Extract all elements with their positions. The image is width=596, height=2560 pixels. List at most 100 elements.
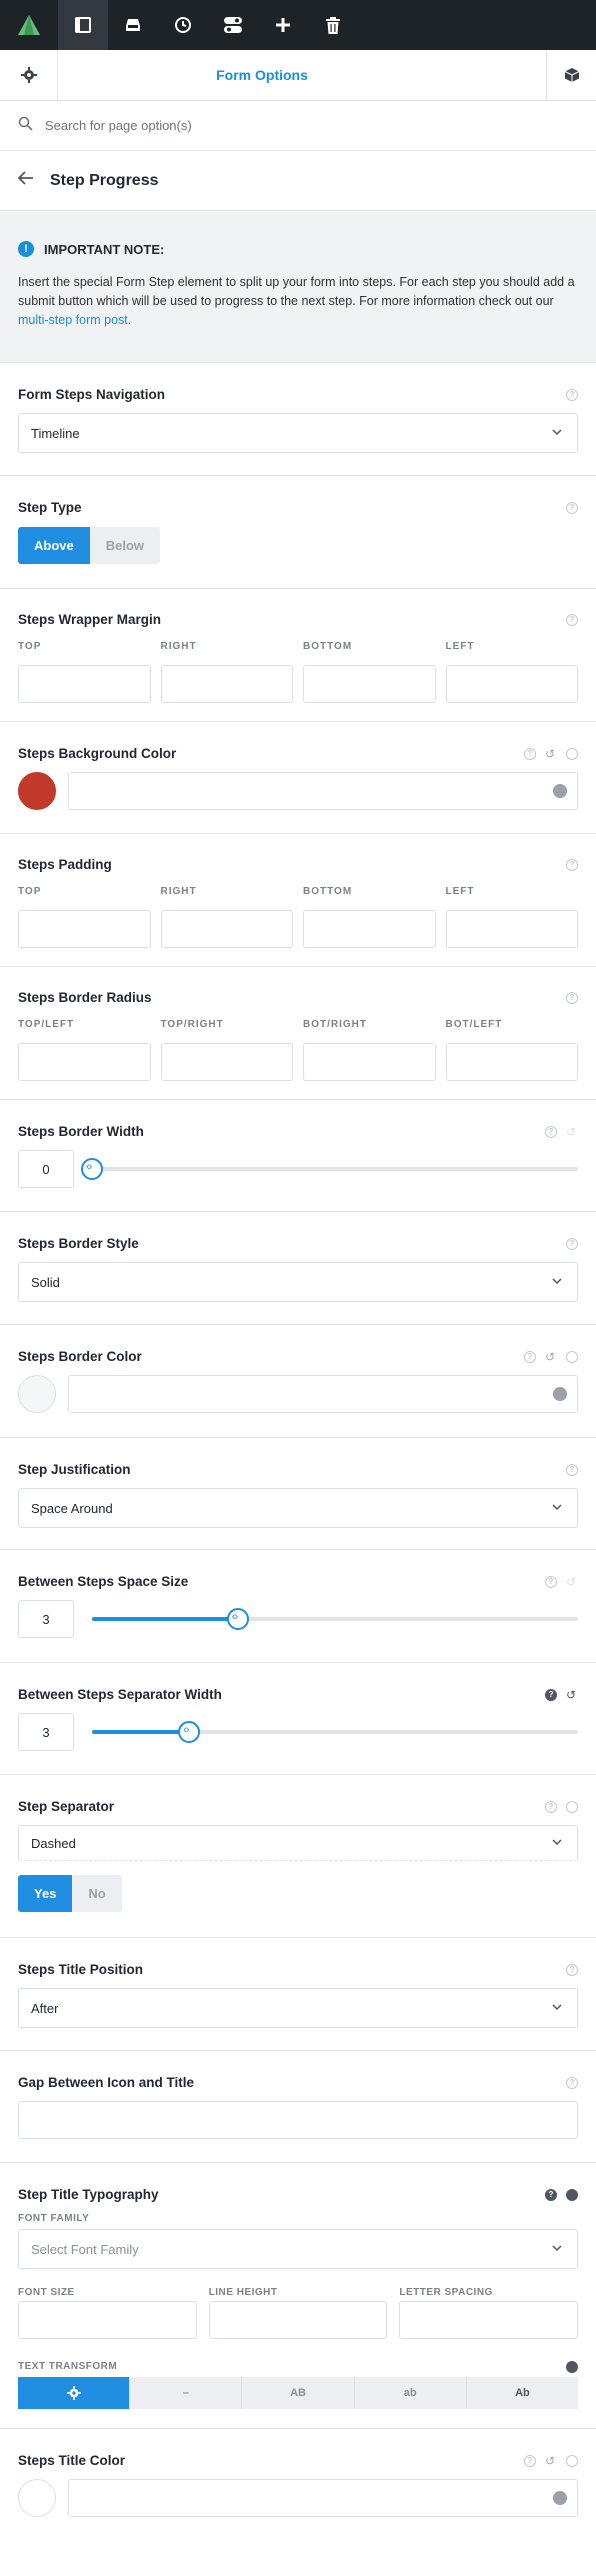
font-size-input[interactable] bbox=[18, 2301, 197, 2339]
note-text: Insert the special Form Step element to … bbox=[18, 273, 578, 330]
slider-track[interactable] bbox=[92, 1721, 578, 1743]
important-note: ! IMPORTANT NOTE: Insert the special For… bbox=[0, 211, 596, 363]
gear-icon[interactable] bbox=[18, 2377, 131, 2409]
help-icon[interactable]: ? bbox=[566, 1464, 578, 1476]
slider-handle[interactable] bbox=[226, 1608, 249, 1630]
separator-no-button[interactable]: No bbox=[72, 1875, 122, 1912]
color-input[interactable] bbox=[68, 1375, 578, 1413]
tab-form-options[interactable]: Form Options bbox=[58, 67, 546, 83]
help-icon[interactable]: ? bbox=[566, 502, 578, 514]
justification-select[interactable]: Space Around bbox=[18, 1488, 578, 1528]
separator-width-value[interactable]: 3 bbox=[18, 1713, 74, 1751]
reset-icon[interactable]: ↺ bbox=[545, 2455, 557, 2467]
help-icon[interactable]: ? bbox=[566, 614, 578, 626]
title-position-select[interactable]: After bbox=[18, 1988, 578, 2028]
help-icon[interactable]: ? bbox=[566, 1238, 578, 1250]
transform-none-button[interactable]: – bbox=[130, 2377, 243, 2409]
multi-step-form-link[interactable]: multi-step form post bbox=[18, 313, 128, 327]
help-icon[interactable]: ? bbox=[566, 1964, 578, 1976]
radius-bot-right-input[interactable] bbox=[303, 1043, 436, 1081]
help-icon[interactable]: ? bbox=[545, 1689, 557, 1701]
reset-icon[interactable]: ↺ bbox=[545, 1351, 557, 1363]
history-icon[interactable] bbox=[158, 0, 208, 50]
color-input[interactable] bbox=[68, 772, 578, 810]
reset-icon[interactable]: ↺ bbox=[566, 1576, 578, 1588]
gap-input[interactable] bbox=[18, 2101, 578, 2139]
reset-icon[interactable]: ↺ bbox=[545, 748, 557, 760]
radius-top-right-input[interactable] bbox=[160, 1043, 293, 1081]
responsive-icon[interactable] bbox=[566, 1351, 578, 1363]
help-icon[interactable]: ? bbox=[524, 1351, 536, 1363]
color-swatch[interactable] bbox=[18, 772, 56, 810]
margin-right-input[interactable] bbox=[160, 665, 293, 703]
cube-icon[interactable] bbox=[546, 50, 596, 100]
back-arrow-icon[interactable] bbox=[17, 171, 34, 190]
separator-style-select[interactable]: Dashed bbox=[18, 1825, 578, 1861]
option-steps-background-color: Steps Background Color ? ↺ bbox=[0, 722, 596, 834]
transform-uppercase-button[interactable]: AB bbox=[242, 2377, 355, 2409]
select-value: Solid bbox=[31, 1274, 60, 1290]
help-icon[interactable]: ? bbox=[545, 1801, 557, 1813]
letter-spacing-input[interactable] bbox=[399, 2301, 579, 2339]
font-family-select[interactable]: Select Font Family bbox=[18, 2229, 578, 2269]
help-icon[interactable]: ? bbox=[545, 1576, 557, 1588]
space-size-slider: 3 bbox=[18, 1600, 578, 1638]
note-title: IMPORTANT NOTE: bbox=[44, 241, 165, 257]
globe-icon[interactable] bbox=[553, 784, 567, 798]
color-swatch[interactable] bbox=[18, 1375, 56, 1413]
margin-bottom-input[interactable] bbox=[303, 665, 436, 703]
globe-icon[interactable] bbox=[566, 2189, 578, 2201]
help-icon[interactable]: ? bbox=[566, 389, 578, 401]
form-steps-navigation-select[interactable]: Timeline bbox=[18, 413, 578, 453]
responsive-icon[interactable] bbox=[566, 1801, 578, 1813]
padding-bottom-input[interactable] bbox=[303, 910, 436, 948]
help-icon[interactable]: ? bbox=[566, 2077, 578, 2089]
padding-right-input[interactable] bbox=[160, 910, 293, 948]
radius-bot-left-input[interactable] bbox=[445, 1043, 578, 1081]
responsive-icon[interactable] bbox=[566, 2455, 578, 2467]
reset-icon[interactable]: ↺ bbox=[566, 1126, 578, 1138]
help-icon[interactable]: ? bbox=[524, 2455, 536, 2467]
space-size-value[interactable]: 3 bbox=[18, 1600, 74, 1638]
slider-track[interactable] bbox=[81, 1158, 578, 1180]
separator-yes-button[interactable]: Yes bbox=[18, 1875, 73, 1912]
layers-icon[interactable] bbox=[108, 0, 158, 50]
transform-capitalize-button[interactable]: Ab bbox=[466, 2377, 579, 2409]
help-icon[interactable]: ? bbox=[545, 1126, 557, 1138]
trash-icon[interactable] bbox=[308, 0, 358, 50]
line-height-input[interactable] bbox=[208, 2301, 388, 2339]
toggle-icon[interactable] bbox=[208, 0, 258, 50]
border-width-slider: 0 bbox=[18, 1150, 578, 1188]
globe-icon[interactable] bbox=[553, 1387, 567, 1401]
help-icon[interactable]: ? bbox=[566, 859, 578, 871]
slider-handle[interactable] bbox=[178, 1721, 201, 1743]
color-input[interactable] bbox=[68, 2479, 578, 2517]
border-style-select[interactable]: Solid bbox=[18, 1262, 578, 1302]
margin-left-input[interactable] bbox=[445, 665, 578, 703]
option-steps-border-width: Steps Border Width ? ↺ 0 bbox=[0, 1100, 596, 1212]
padding-left-input[interactable] bbox=[445, 910, 578, 948]
help-icon[interactable]: ? bbox=[545, 2189, 557, 2201]
radius-top-left-input[interactable] bbox=[18, 1043, 151, 1081]
sidebar-icon[interactable] bbox=[58, 0, 108, 50]
color-swatch[interactable] bbox=[18, 2479, 56, 2517]
plus-icon[interactable] bbox=[258, 0, 308, 50]
transform-lowercase-button[interactable]: ab bbox=[354, 2377, 467, 2409]
globe-icon[interactable] bbox=[566, 2361, 578, 2373]
radius-top-right-label: TOP/RIGHT bbox=[160, 1019, 224, 1030]
margin-top-input[interactable] bbox=[18, 665, 151, 703]
step-type-below-button[interactable]: Below bbox=[89, 527, 161, 564]
search-input[interactable] bbox=[45, 118, 525, 133]
slider-track[interactable] bbox=[92, 1608, 578, 1630]
step-type-above-button[interactable]: Above bbox=[18, 527, 90, 564]
padding-top-input[interactable] bbox=[18, 910, 151, 948]
responsive-icon[interactable] bbox=[566, 748, 578, 760]
slider-handle[interactable] bbox=[81, 1158, 103, 1180]
globe-icon[interactable] bbox=[553, 2491, 567, 2505]
border-width-value[interactable]: 0 bbox=[18, 1150, 74, 1188]
avada-logo-icon[interactable] bbox=[0, 0, 58, 50]
help-icon[interactable]: ? bbox=[566, 992, 578, 1004]
reset-icon[interactable]: ↺ bbox=[566, 1689, 578, 1701]
help-icon[interactable]: ? bbox=[524, 748, 536, 760]
gear-icon[interactable] bbox=[0, 50, 58, 100]
